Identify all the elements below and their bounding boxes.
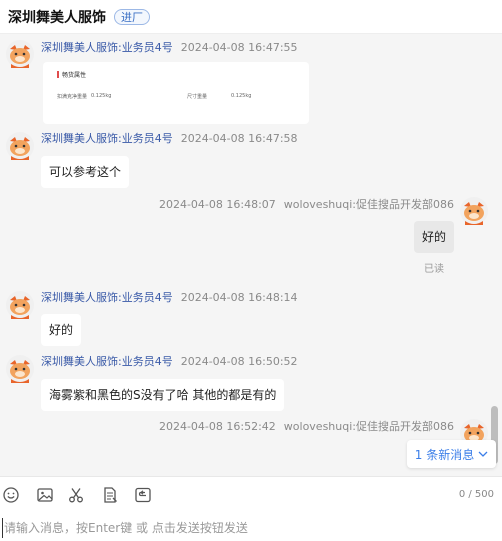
new-message-label: 1 条新消息 — [414, 447, 475, 462]
message-bubble[interactable]: 海雾紫和黑色的S没有了哈 其他的都是有的 — [41, 379, 285, 411]
sender-name: 深圳舞美人服饰:业务员4号 — [41, 355, 173, 368]
history-icon[interactable] — [134, 486, 152, 504]
scissors-icon[interactable] — [67, 486, 85, 504]
message-bubble[interactable]: 好的 — [414, 221, 455, 253]
shop-avatar[interactable] — [6, 132, 34, 160]
message-meta: 2024-04-08 16:52:42 woloveshuqi:促佳搜品开发部08… — [159, 420, 454, 434]
chevron-down-icon — [478, 451, 488, 457]
emoji-icon[interactable] — [2, 486, 20, 504]
shop-avatar[interactable] — [6, 40, 34, 68]
sender-name: 深圳舞美人服饰:业务员4号 — [41, 291, 173, 304]
sender-name: woloveshuqi:促佳搜品开发部086 — [283, 198, 454, 211]
shop-avatar[interactable] — [6, 355, 34, 383]
message-time: 2024-04-08 16:47:58 — [180, 132, 298, 145]
message-bubble[interactable]: 可以参考这个 — [41, 156, 130, 188]
enter-factory-button[interactable]: 进厂 — [114, 8, 150, 25]
message-time: 2024-04-08 16:47:55 — [180, 41, 298, 54]
message-time: 2024-04-08 16:48:14 — [180, 291, 298, 304]
char-counter: 0 / 500 — [458, 489, 494, 500]
read-status: 已读 — [424, 264, 444, 275]
new-message-button[interactable]: 1 条新消息 — [407, 440, 496, 468]
sender-name: 深圳舞美人服饰:业务员4号 — [41, 132, 173, 145]
sender-name: woloveshuqi:促佳搜品开发部086 — [283, 420, 454, 433]
chat-header: 深圳舞美人服饰 进厂 — [0, 0, 502, 34]
image-icon[interactable] — [36, 486, 54, 504]
shop-name: 深圳舞美人服饰 — [8, 9, 106, 26]
sender-name: 深圳舞美人服饰:业务员4号 — [41, 41, 173, 54]
shop-avatar[interactable] — [6, 291, 34, 319]
card-row: 扣满克净重量 0.125kg 尺寸重量 0.125kg — [57, 93, 252, 100]
self-avatar[interactable] — [460, 197, 488, 225]
message-input-area — [0, 512, 502, 541]
message-time: 2024-04-08 16:52:42 — [158, 420, 276, 433]
document-icon[interactable] — [101, 486, 119, 504]
card-title: 畅货属性 — [57, 70, 295, 79]
message-time: 2024-04-08 16:48:07 — [158, 198, 276, 211]
message-meta: 深圳舞美人服饰:业务员4号 2024-04-08 16:47:55 — [41, 41, 298, 55]
message-meta: 深圳舞美人服饰:业务员4号 2024-04-08 16:47:58 — [41, 132, 298, 146]
input-toolbar: 0 / 500 — [0, 476, 502, 512]
message-meta: 2024-04-08 16:48:07 woloveshuqi:促佳搜品开发部08… — [159, 198, 454, 212]
message-meta: 深圳舞美人服饰:业务员4号 2024-04-08 16:48:14 — [41, 291, 298, 305]
message-input[interactable] — [2, 518, 492, 538]
message-list[interactable]: 深圳舞美人服饰:业务员4号 2024-04-08 16:47:55 畅货属性 扣满… — [0, 34, 502, 476]
image-message[interactable]: 畅货属性 扣满克净重量 0.125kg 尺寸重量 0.125kg — [43, 62, 309, 124]
message-time: 2024-04-08 16:50:52 — [180, 355, 298, 368]
message-meta: 深圳舞美人服饰:业务员4号 2024-04-08 16:50:52 — [41, 355, 298, 369]
message-bubble[interactable]: 好的 — [41, 314, 82, 346]
